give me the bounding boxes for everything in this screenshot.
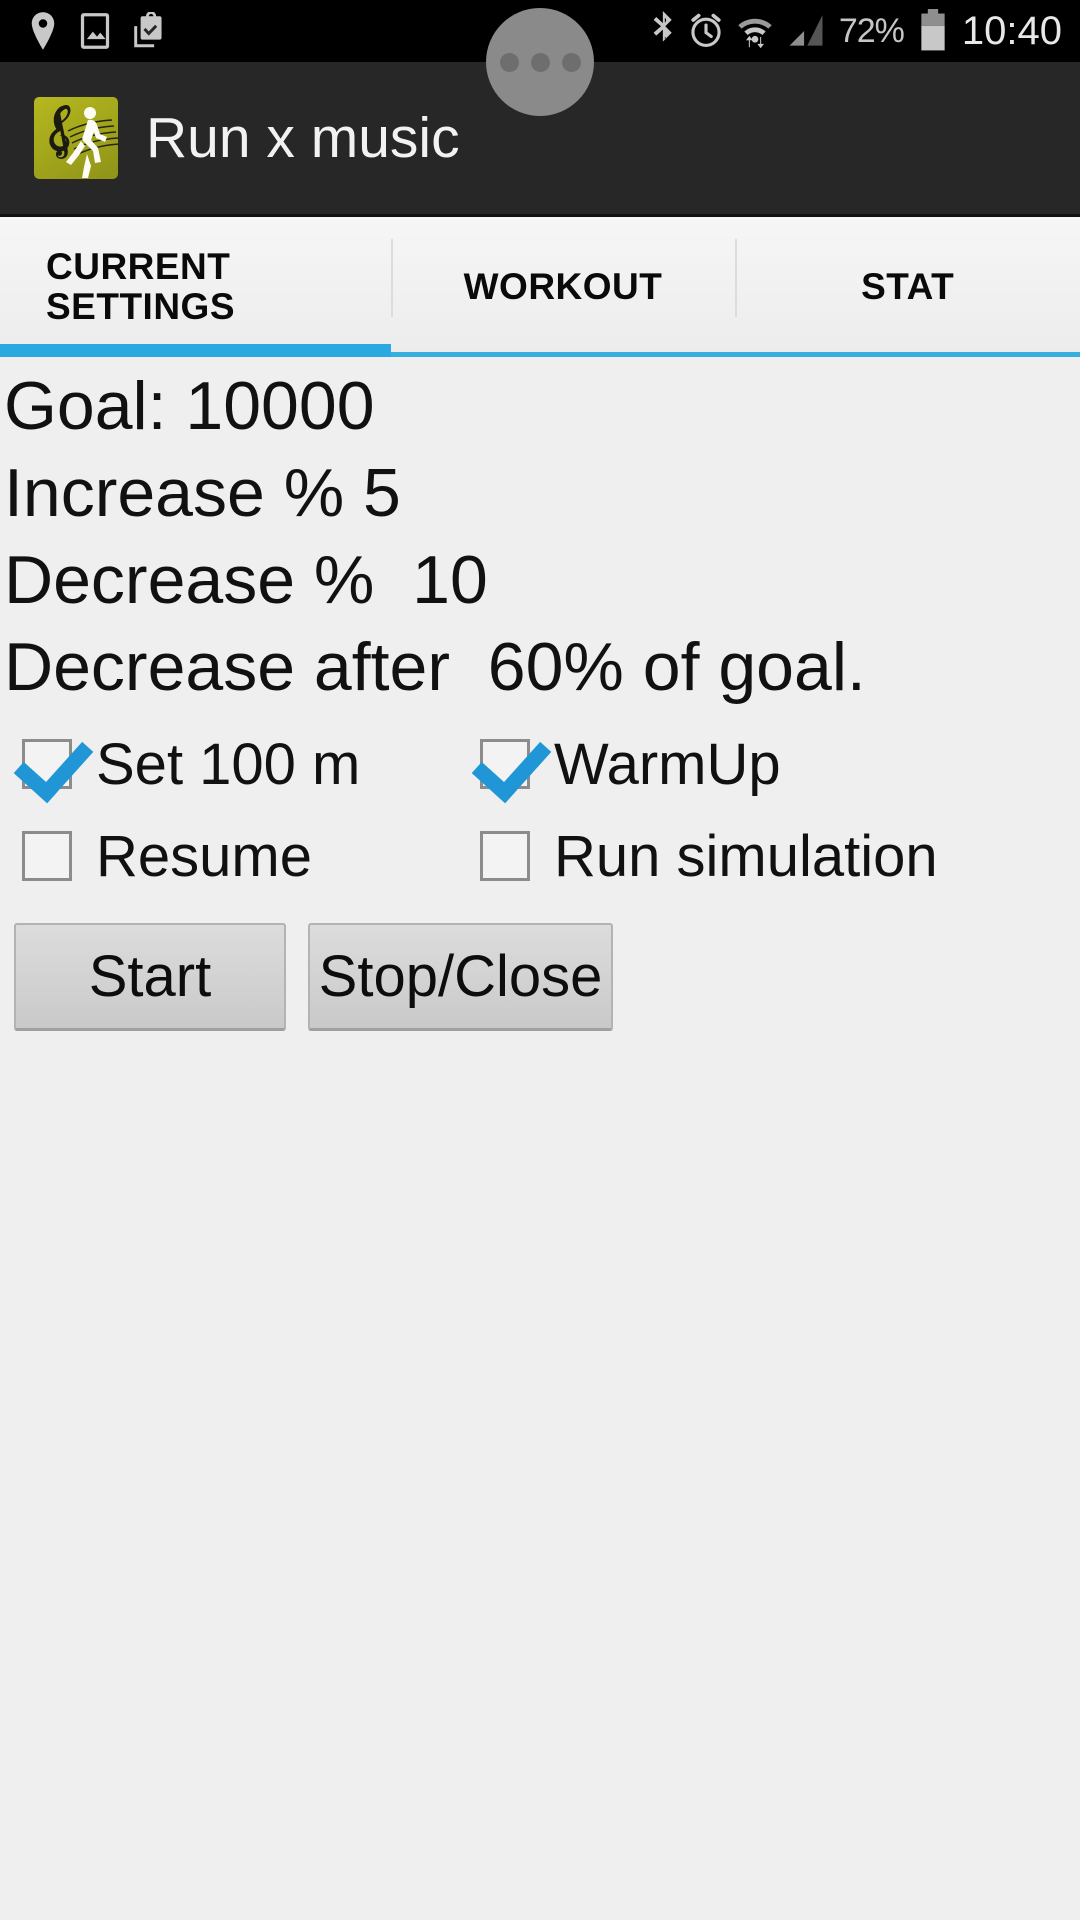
cellular-signal-icon xyxy=(789,15,823,46)
tab-divider xyxy=(390,239,393,317)
battery-icon xyxy=(921,9,945,51)
checkbox-warmup[interactable]: WarmUp xyxy=(480,731,781,798)
checkbox-run-simulation[interactable]: Run simulation xyxy=(480,823,938,890)
checkbox-run-simulation-label: Run simulation xyxy=(554,823,938,889)
pill-dot xyxy=(561,52,581,72)
checkbox-set-100-m-label: Set 100 m xyxy=(96,731,361,797)
recent-apps-pill[interactable] xyxy=(486,8,594,116)
checkbox-set-100-m-box[interactable] xyxy=(22,739,72,790)
bluetooth-icon xyxy=(653,11,672,42)
screenshot-image-icon xyxy=(80,13,110,49)
wifi-transfer-icon xyxy=(738,18,772,49)
tab-stat-label: STAT xyxy=(861,266,955,308)
tab-current-settings[interactable]: CURRENT SETTINGS xyxy=(0,217,391,357)
clipboard-check-icon xyxy=(134,12,162,48)
tab-label-line1: CURRENT xyxy=(46,246,231,288)
checkbox-resume[interactable]: Resume xyxy=(0,823,480,890)
status-bar: 72% 10:40 xyxy=(0,0,1080,116)
location-pin-icon xyxy=(31,12,55,50)
stop-close-button[interactable]: Stop/Close xyxy=(308,923,613,1032)
start-button[interactable]: Start xyxy=(14,923,286,1032)
tab-indicator xyxy=(390,352,736,357)
alarm-clock-icon xyxy=(691,13,721,47)
app-title: Run x music xyxy=(146,106,460,170)
tab-indicator-active xyxy=(0,344,391,357)
checkbox-resume-label: Resume xyxy=(96,823,312,889)
checkbox-resume-box[interactable] xyxy=(22,831,72,882)
setting-goal: Goal: 10000 xyxy=(4,368,375,444)
tab-indicator xyxy=(735,352,1080,357)
battery-percent-label: 72% xyxy=(838,11,905,50)
checkbox-row-2: Resume Run simulation xyxy=(0,817,1080,895)
checkbox-run-simulation-box[interactable] xyxy=(480,831,530,882)
tab-bar: CURRENT SETTINGS WORKOUT STAT xyxy=(0,217,1080,357)
checkbox-warmup-label: WarmUp xyxy=(554,731,781,797)
checkbox-warmup-box[interactable] xyxy=(480,739,530,790)
setting-increase-percent: Increase % 5 xyxy=(4,455,401,532)
checkbox-row-1: Set 100 m WarmUp xyxy=(0,725,1080,803)
action-button-row: Start Stop/Close xyxy=(0,923,1080,1032)
app-logo-run-x-music xyxy=(34,97,118,179)
tab-current-settings-label: CURRENT SETTINGS xyxy=(46,247,235,327)
tab-workout-label: WORKOUT xyxy=(463,266,663,308)
tab-workout[interactable]: WORKOUT xyxy=(390,217,736,357)
tab-stat[interactable]: STAT xyxy=(735,217,1080,357)
setting-decrease-percent: Decrease % 10 xyxy=(4,542,488,619)
status-bar-right-icons: 72% 10:40 xyxy=(649,0,1062,62)
status-bar-left-icons xyxy=(0,12,164,50)
tab-divider xyxy=(735,239,738,317)
settings-content: Goal: 10000 Increase % 5 Decrease % 10 D… xyxy=(0,357,1080,1032)
clock-label: 10:40 xyxy=(961,8,1062,53)
pill-dot xyxy=(499,52,519,72)
setting-decrease-after: Decrease after 60% of goal. xyxy=(4,629,866,706)
tab-label-line2: SETTINGS xyxy=(46,286,236,327)
pill-dot xyxy=(530,52,550,72)
checkbox-set-100-m[interactable]: Set 100 m xyxy=(0,731,480,798)
